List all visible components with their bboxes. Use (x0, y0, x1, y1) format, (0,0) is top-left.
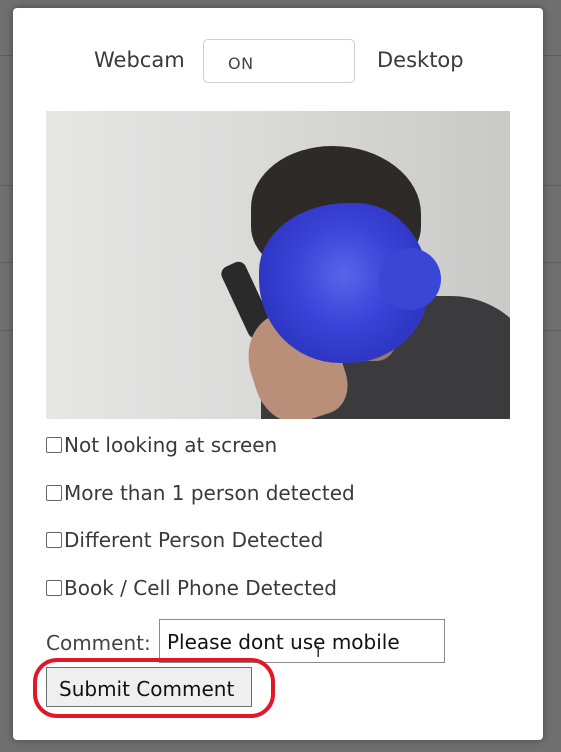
highlight-annotation (33, 658, 275, 718)
checkbox-not-looking[interactable]: Not looking at screen (46, 433, 277, 457)
checkbox-box[interactable] (46, 485, 62, 501)
face-blur-mask (259, 203, 441, 363)
comment-input[interactable]: Please dont use mobile (159, 619, 445, 663)
checkbox-box[interactable] (46, 437, 62, 453)
checkbox-book-phone[interactable]: Book / Cell Phone Detected (46, 576, 337, 600)
checkbox-label: Book / Cell Phone Detected (64, 576, 337, 600)
text-cursor-icon: I (316, 643, 321, 661)
webcam-feed (46, 111, 510, 419)
webcam-label: Webcam (94, 48, 185, 72)
checkbox-box[interactable] (46, 580, 62, 596)
checkbox-label: Not looking at screen (64, 433, 278, 457)
checkbox-label: Different Person Detected (64, 528, 324, 552)
source-toggle-row: Webcam ON Desktop (13, 8, 543, 108)
proctor-modal: Webcam ON Desktop Not looking at screen … (13, 8, 543, 740)
source-toggle[interactable]: ON (203, 39, 355, 83)
desktop-label: Desktop (377, 48, 464, 72)
checkbox-multiple-persons[interactable]: More than 1 person detected (46, 481, 355, 505)
checkbox-different-person[interactable]: Different Person Detected (46, 528, 323, 552)
checkbox-box[interactable] (46, 532, 62, 548)
checkbox-label: More than 1 person detected (64, 481, 355, 505)
comment-label: Comment: (46, 631, 151, 655)
